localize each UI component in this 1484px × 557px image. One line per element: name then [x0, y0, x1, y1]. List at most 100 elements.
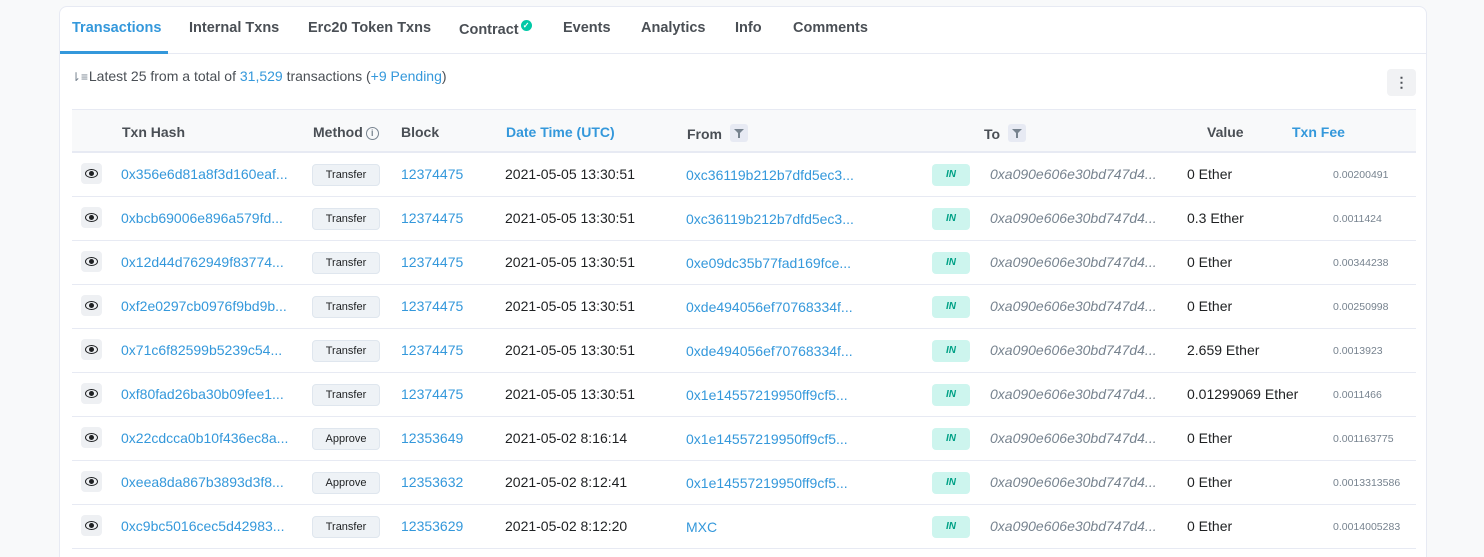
block-link[interactable]: 12374475 — [401, 298, 463, 314]
txn-fee-text: 0.0013313586 — [1333, 477, 1401, 489]
eye-preview-icon[interactable] — [81, 383, 102, 404]
from-address-link[interactable]: 0xde494056ef70768334f... — [686, 343, 853, 359]
block-link[interactable]: 12374475 — [401, 342, 463, 358]
col-from-label: From — [687, 126, 722, 142]
datetime-text: 2021-05-05 13:30:51 — [505, 386, 635, 402]
value-text: 0.01299069 Ether — [1187, 386, 1299, 402]
value-text: 0 Ether — [1187, 430, 1233, 446]
datetime-text: 2021-05-05 13:30:51 — [505, 298, 635, 314]
to-address-text: 0xa090e606e30bd747d4... — [990, 386, 1157, 402]
from-address-link[interactable]: 0x1e14557219950ff9cf5... — [686, 387, 848, 403]
col-block: Block — [401, 124, 440, 140]
from-address-link[interactable]: 0xc36119b212b7dfd5ec3... — [686, 167, 854, 183]
datetime-text: 2021-05-05 13:30:51 — [505, 342, 635, 358]
method-badge: Transfer — [312, 296, 380, 318]
block-link[interactable]: 12374475 — [401, 254, 463, 270]
eye-preview-icon[interactable] — [81, 295, 102, 316]
from-address-link[interactable]: 0xe09dc35b77fad169fce... — [686, 255, 851, 271]
eye-preview-icon[interactable] — [81, 163, 102, 184]
eye-preview-icon[interactable] — [81, 251, 102, 272]
table-row: 0x71c6f82599b5239c54... Transfer 12374475 2… — [72, 329, 1416, 373]
method-badge: Transfer — [312, 384, 380, 406]
pending-link[interactable]: +9 Pending — [371, 68, 442, 84]
from-address-link[interactable]: MXC — [686, 519, 717, 535]
tab-transactions[interactable]: Transactions — [72, 20, 161, 36]
info-icon[interactable]: i — [365, 127, 379, 140]
txn-hash-link[interactable]: 0xeea8da867b3893d3f8... — [121, 474, 284, 490]
txn-hash-link[interactable]: 0x356e6d81a8f3d160eaf... — [121, 166, 288, 182]
from-address-link[interactable]: 0xc36119b212b7dfd5ec3... — [686, 211, 854, 227]
method-badge: Transfer — [312, 516, 380, 538]
tab-info[interactable]: Info — [735, 20, 762, 36]
txn-fee-text: 0.00344238 — [1333, 257, 1389, 269]
verified-check-icon: ✓ — [520, 20, 532, 31]
from-address-link[interactable]: 0xde494056ef70768334f... — [686, 299, 853, 315]
value-text: 2.659 Ether — [1187, 342, 1260, 358]
direction-badge: IN — [932, 296, 970, 318]
eye-preview-icon[interactable] — [81, 515, 102, 536]
eye-preview-icon[interactable] — [81, 427, 102, 448]
block-link[interactable]: 12374475 — [401, 210, 463, 226]
to-address-text: 0xa090e606e30bd747d4... — [990, 298, 1157, 314]
txn-hash-link[interactable]: 0x71c6f82599b5239c54... — [121, 342, 282, 358]
table-header: Txn Hash Method i Block Date Time (UTC) F… — [72, 109, 1416, 153]
tab-events[interactable]: Events — [563, 20, 611, 36]
block-link[interactable]: 12374475 — [401, 166, 463, 182]
txn-fee-text: 0.00250998 — [1333, 301, 1389, 313]
datetime-text: 2021-05-05 13:30:51 — [505, 166, 635, 182]
eye-preview-icon[interactable] — [81, 339, 102, 360]
to-filter-icon[interactable] — [1008, 124, 1027, 142]
block-link[interactable]: 12374475 — [401, 386, 463, 402]
transactions-card: Transactions Internal Txns Erc20 Token T… — [59, 6, 1427, 557]
txn-hash-link[interactable]: 0xf2e0297cb0976f9bd9b... — [121, 298, 287, 314]
table-row: 0xf2e0297cb0976f9bd9b... Transfer 12374475… — [72, 285, 1416, 329]
block-link[interactable]: 12353632 — [401, 474, 463, 490]
value-text: 0.3 Ether — [1187, 210, 1244, 226]
table-row: 0xeea8da867b3893d3f8... Approve 12353632 20… — [72, 461, 1416, 505]
datetime-text: 2021-05-02 8:12:41 — [505, 474, 628, 490]
total-count-link[interactable]: 31,529 — [240, 68, 283, 84]
tab-erc20-token-txns[interactable]: Erc20 Token Txns — [308, 20, 431, 36]
col-to-label: To — [984, 126, 1001, 142]
col-txn-fee-toggle[interactable]: Txn Fee — [1292, 124, 1345, 140]
table-row: 0x356e6d81a8f3d160eaf... Transfer 12374475… — [72, 153, 1416, 197]
txn-hash-link[interactable]: 0x22cdcca0b10f436ec8a... — [121, 430, 288, 446]
direction-badge: IN — [932, 516, 970, 538]
summary-middle: transactions ( — [286, 68, 371, 84]
txn-hash-link[interactable]: 0xbcb69006e896a579fd... — [121, 210, 283, 226]
eye-preview-icon[interactable] — [81, 207, 102, 228]
tab-internal-txns[interactable]: Internal Txns — [189, 20, 279, 36]
txn-hash-link[interactable]: 0xf80fad26ba30b09fee1... — [121, 386, 284, 402]
col-datetime-toggle[interactable]: Date Time (UTC) — [506, 124, 615, 140]
col-method-label: Method — [313, 124, 363, 140]
direction-badge: IN — [932, 252, 970, 274]
tab-comments[interactable]: Comments — [793, 20, 868, 36]
from-filter-icon[interactable] — [730, 124, 748, 142]
tab-analytics[interactable]: Analytics — [641, 20, 705, 36]
block-link[interactable]: 12353629 — [401, 518, 463, 534]
to-address-text: 0xa090e606e30bd747d4... — [990, 430, 1157, 446]
direction-badge: IN — [932, 384, 970, 406]
from-address-link[interactable]: 0x1e14557219950ff9cf5... — [686, 475, 848, 491]
method-badge: Approve — [312, 472, 380, 494]
table-row: 0xf80fad26ba30b09fee1... Transfer 12374475… — [72, 373, 1416, 417]
table-row: 0xc9bc5016cec5d42983... Transfer 12353629 2… — [72, 505, 1416, 549]
from-address-link[interactable]: 0x1e14557219950ff9cf5... — [686, 431, 848, 447]
tab-contract[interactable]: Contract ✓ — [459, 20, 532, 38]
to-address-text: 0xa090e606e30bd747d4... — [990, 474, 1157, 490]
txn-fee-text: 0.0011424 — [1333, 213, 1382, 225]
eye-preview-icon[interactable] — [81, 471, 102, 492]
to-address-text: 0xa090e606e30bd747d4... — [990, 210, 1157, 226]
txn-fee-text: 0.0013923 — [1333, 345, 1383, 357]
transactions-summary: ⇂≡ Latest 25 from a total of 31,529 tran… — [71, 68, 447, 84]
more-options-button[interactable]: ⋮ — [1387, 69, 1416, 96]
direction-badge: IN — [932, 340, 970, 362]
txn-hash-link[interactable]: 0xc9bc5016cec5d42983... — [121, 518, 284, 534]
block-link[interactable]: 12353649 — [401, 430, 463, 446]
sort-desc-icon: ⇂≡ — [71, 70, 89, 84]
table-row: 0x12d44d762949f83774... Transfer 12374475 2… — [72, 241, 1416, 285]
method-badge: Transfer — [312, 164, 380, 186]
txn-fee-text: 0.0014005283 — [1333, 521, 1401, 533]
txn-hash-link[interactable]: 0x12d44d762949f83774... — [121, 254, 284, 270]
tab-contract-label[interactable]: Contract — [459, 22, 519, 38]
